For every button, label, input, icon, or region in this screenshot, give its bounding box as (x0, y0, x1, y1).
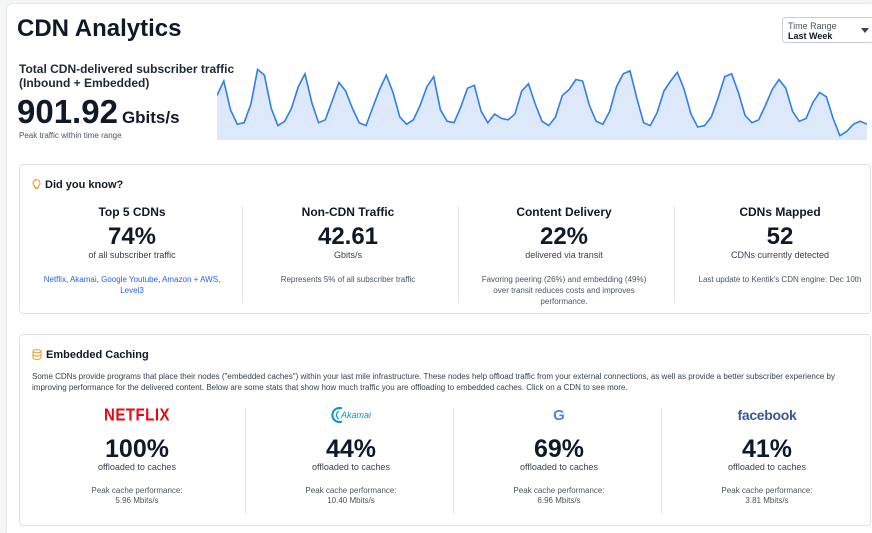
stat-title: Non-CDN Traffic (301, 205, 395, 219)
stat-value: 42.61 (317, 223, 379, 250)
cdn-value: 44% (325, 435, 377, 463)
stat-value: 74% (107, 223, 157, 250)
stat-content-delivery: Content Delivery 22% delivered via trans… (458, 205, 670, 307)
cdn-value: 100% (105, 435, 169, 463)
cdn-perf-label: Peak cache performance: (721, 486, 813, 495)
cdn-card-facebook[interactable]: facebook 41% offloaded to caches Peak ca… (662, 405, 872, 506)
link-amazon-aws[interactable]: Amazon + AWS (162, 275, 218, 284)
cdn-sub: offloaded to caches (728, 462, 806, 472)
cdn-perf-label: Peak cache performance: (91, 486, 183, 495)
traffic-value: 901.92 (17, 93, 118, 130)
cdn-perf-label: Peak cache performance: (513, 486, 605, 495)
database-icon (32, 349, 42, 363)
stat-sub: CDNs currently detected (730, 250, 830, 260)
did-you-know-title: Did you know? (45, 179, 124, 191)
stat-desc: Last update to Kentik's CDN engine: Dec … (698, 275, 862, 284)
did-you-know-header: Did you know? (32, 179, 123, 193)
link-level3[interactable]: Level3 (120, 286, 144, 295)
embedded-caching-title: Embedded Caching (46, 349, 149, 361)
facebook-logo: facebook (662, 405, 872, 425)
google-logo: G (454, 405, 664, 425)
traffic-caption: Peak traffic within time range (19, 131, 122, 140)
netflix-logo: NETFLIX (32, 405, 242, 425)
facebook-logo-text: facebook (737, 407, 797, 423)
cdn-card-google[interactable]: G 69% offloaded to caches Peak cache per… (454, 405, 664, 506)
time-range-select[interactable]: Time Range Last Week (782, 17, 872, 43)
stat-desc: Favoring peering (26%) and embedding (49… (481, 275, 647, 306)
stat-value: 22% (539, 223, 589, 250)
traffic-sparkline (217, 67, 867, 140)
traffic-title-line2: (Inbound + Embedded) (19, 76, 150, 90)
embedded-caching-description: Some CDNs provide programs that place th… (32, 372, 835, 392)
traffic-unit: Gbits/s (121, 108, 180, 127)
stat-sub: of all subscriber traffic (88, 250, 176, 260)
google-logo-text: G (553, 406, 565, 424)
stat-title: Content Delivery (516, 205, 612, 219)
chevron-down-icon (861, 28, 869, 33)
stat-desc: Represents 5% of all subscriber traffic (280, 275, 416, 284)
link-akamai[interactable]: Akamai (70, 275, 97, 284)
cdn-sub: offloaded to caches (520, 462, 598, 472)
link-separator: , (218, 275, 221, 284)
cdn-perf-label: Peak cache performance: (305, 486, 397, 495)
cdn-perf-value: 6.96 Mbits/s (537, 496, 581, 505)
cdn-perf-value: 10.40 Mbits/s (327, 496, 375, 505)
cdn-value: 41% (741, 435, 793, 463)
top-cdn-links: Netflix, Akamai, Google Youtube, Amazon … (26, 274, 238, 296)
cdn-sub: offloaded to caches (312, 462, 390, 472)
netflix-logo-text: NETFLIX (104, 405, 170, 425)
stat-non-cdn-traffic: Non-CDN Traffic 42.61 Gbits/s Represents… (242, 205, 454, 285)
page: CDN Analytics Time Range Last Week Total… (7, 4, 872, 533)
time-range-label: Time Range (788, 21, 837, 31)
stat-sub: delivered via transit (525, 250, 603, 260)
cdn-card-akamai[interactable]: Akamai 44% offloaded to caches Peak cach… (246, 405, 456, 506)
embedded-caching-header: Embedded Caching (32, 349, 149, 363)
stat-value: 52 (766, 223, 794, 250)
stat-top-cdns: Top 5 CDNs 74% of all subscriber traffic… (26, 205, 238, 296)
page-title: CDN Analytics (17, 15, 182, 42)
lightbulb-icon (32, 179, 41, 193)
cdn-card-netflix[interactable]: NETFLIX 100% offloaded to caches Peak ca… (32, 405, 242, 506)
cdn-perf-value: 3.81 Mbits/s (745, 496, 789, 505)
did-you-know-card: Did you know? Top 5 CDNs 74% of all subs… (19, 164, 871, 314)
cdn-perf-value: 5.96 Mbits/s (115, 496, 159, 505)
akamai-logo-text: Akamai (340, 410, 371, 420)
embedded-caching-card: Embedded Caching Some CDNs provide progr… (19, 334, 871, 526)
time-range-value: Last Week (788, 31, 833, 41)
sparkline-area (217, 69, 867, 140)
cdn-sub: offloaded to caches (98, 462, 176, 472)
traffic-title: Total CDN-delivered subscriber traffic (… (19, 62, 234, 90)
stat-title: Top 5 CDNs (98, 205, 166, 219)
akamai-logo: Akamai (246, 405, 456, 425)
stat-title: CDNs Mapped (739, 205, 821, 219)
stat-sub: Gbits/s (333, 250, 362, 260)
link-google-youtube[interactable]: Google Youtube (101, 275, 158, 284)
cdn-value: 69% (533, 435, 585, 463)
traffic-title-line1: Total CDN-delivered subscriber traffic (19, 62, 235, 76)
stat-cdns-mapped: CDNs Mapped 52 CDNs currently detected L… (674, 205, 872, 285)
link-netflix[interactable]: Netflix (44, 275, 66, 284)
